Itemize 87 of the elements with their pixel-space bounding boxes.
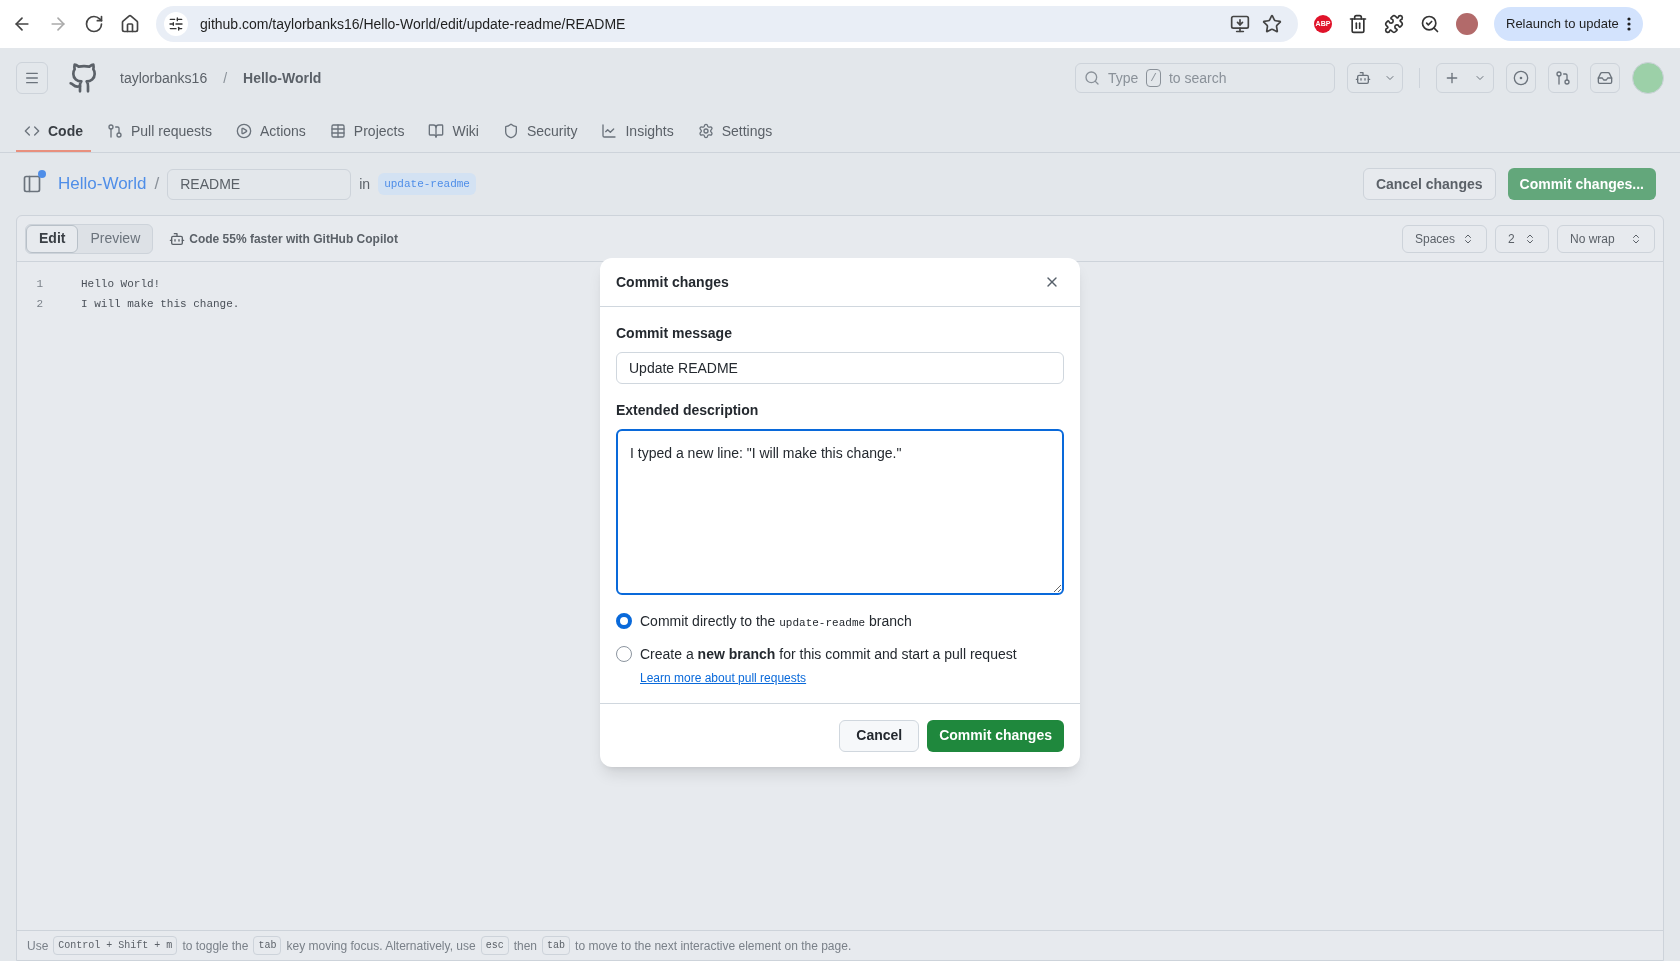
extensions-icon[interactable]	[1384, 14, 1404, 34]
bookmark-star-icon[interactable]	[1262, 14, 1282, 34]
dialog-title: Commit changes	[616, 272, 729, 292]
editor-tab[interactable]: Preview	[78, 224, 153, 253]
issues-button[interactable]	[1506, 63, 1536, 93]
commit-message-field[interactable]: Update README	[616, 352, 1064, 384]
shield-icon	[502, 123, 519, 139]
gear-icon	[697, 123, 714, 139]
repo-link[interactable]: Hello-World	[243, 67, 322, 89]
inbox-icon	[1597, 70, 1613, 86]
repo-nav-tab[interactable]: Wiki	[420, 112, 487, 152]
code-icon	[24, 123, 40, 139]
commit-changes-button[interactable]: Commit changes...	[1507, 168, 1656, 200]
hint-text: Use	[27, 937, 49, 955]
indent-size-select[interactable]: 2	[1495, 224, 1549, 253]
graph-icon	[601, 123, 618, 139]
field-label: Extended description	[616, 401, 760, 420]
editor-tab[interactable]: Edit	[26, 224, 79, 253]
copilot-icon	[1354, 70, 1371, 86]
learn-more-link[interactable]: Learn more about pull requests	[640, 669, 807, 687]
install-icon[interactable]	[1230, 14, 1250, 34]
filename-field[interactable]: README	[167, 168, 352, 200]
cancel-changes-button[interactable]: Cancel changes	[1362, 168, 1496, 200]
path-separator: /	[223, 68, 228, 88]
in-label: in	[359, 174, 371, 194]
code-line: Hello World!	[81, 276, 161, 292]
more-icon	[1626, 17, 1631, 31]
repo-nav-tab[interactable]: Actions	[227, 112, 314, 152]
hint-text: then	[513, 937, 538, 955]
description-field[interactable]: I typed a new line: "I will make this change."	[616, 429, 1064, 595]
up-down-caret-icon	[1462, 232, 1474, 245]
repo-nav-tab[interactable]: Projects	[321, 112, 413, 152]
field-label: Commit message	[616, 324, 733, 343]
up-down-caret-icon	[1630, 232, 1642, 245]
address-bar[interactable]: github.com/taylorbanks16/Hello-World/edit/update-readme/README	[156, 6, 1298, 42]
hint-text: key moving focus. Alternatively, use	[286, 937, 476, 955]
owner-link[interactable]: taylorbanks16	[120, 67, 208, 89]
radio-button[interactable]	[616, 646, 632, 662]
option-label: Commit directly to the update-readme branch	[640, 612, 912, 631]
play-icon	[235, 123, 252, 139]
pull-requests-button[interactable]	[1548, 63, 1578, 93]
indent-mode-select[interactable]: Spaces	[1402, 224, 1487, 253]
menu-button[interactable]	[16, 62, 48, 94]
repo-nav-tab[interactable]: Settings	[689, 112, 781, 152]
cancel-button[interactable]: Cancel	[839, 719, 920, 752]
repo-link[interactable]: Hello-World	[58, 171, 147, 197]
code-line: I will make this change.	[81, 296, 240, 312]
keyboard-key: tab	[253, 936, 282, 955]
path-separator: /	[154, 173, 160, 196]
repo-nav-tab[interactable]: Code	[16, 112, 91, 152]
repo-nav-tab[interactable]: Pull requests	[99, 112, 220, 152]
trash-extension-icon[interactable]	[1348, 14, 1368, 34]
table-icon	[329, 123, 346, 139]
branch-name: update-readme	[378, 172, 476, 196]
copilot-text[interactable]: Code 55% faster with GitHub Copilot	[189, 229, 398, 248]
hint-text: to move to the next interactive element on the page.	[575, 937, 852, 955]
url-text: github.com/taylorbanks16/Hello-World/edit/update-readme/README	[200, 14, 627, 34]
plus-icon	[1444, 70, 1460, 86]
inbox-button[interactable]	[1590, 63, 1620, 93]
copilot-icon	[169, 230, 186, 247]
tab-search-icon[interactable]	[1420, 14, 1440, 34]
relaunch-button[interactable]: Relaunch to update	[1494, 7, 1643, 41]
site-settings-icon[interactable]	[164, 12, 188, 36]
line-number: 2	[35, 296, 44, 312]
pull-request-icon	[1555, 70, 1571, 86]
keyboard-key: esc	[480, 936, 509, 955]
hint-text: to toggle the	[182, 937, 249, 955]
commit-button[interactable]: Commit changes	[927, 719, 1064, 752]
repo-nav-tab[interactable]: Insights	[593, 112, 682, 152]
repo-nav-tab[interactable]: Security	[494, 112, 586, 152]
search-field[interactable]: Type / to search	[1075, 63, 1335, 93]
search-icon	[1084, 70, 1100, 86]
menu-icon	[24, 70, 40, 86]
wrap-mode-select[interactable]: No wrap	[1557, 224, 1655, 253]
reload-icon[interactable]	[84, 14, 104, 34]
pull-request-icon	[107, 123, 123, 139]
option-label: Create a new branch for this commit and start a pull request	[640, 645, 1017, 664]
keyboard-key: tab	[542, 936, 571, 955]
issue-icon	[1513, 70, 1529, 86]
copilot-button[interactable]	[1347, 63, 1403, 93]
profile-avatar[interactable]	[1456, 13, 1478, 35]
book-icon	[428, 123, 445, 139]
radio-button[interactable]	[616, 613, 632, 629]
keyboard-key: Control + Shift + m	[53, 936, 178, 955]
line-number: 1	[35, 276, 44, 292]
up-down-caret-icon	[1524, 232, 1536, 245]
home-icon[interactable]	[120, 14, 140, 34]
